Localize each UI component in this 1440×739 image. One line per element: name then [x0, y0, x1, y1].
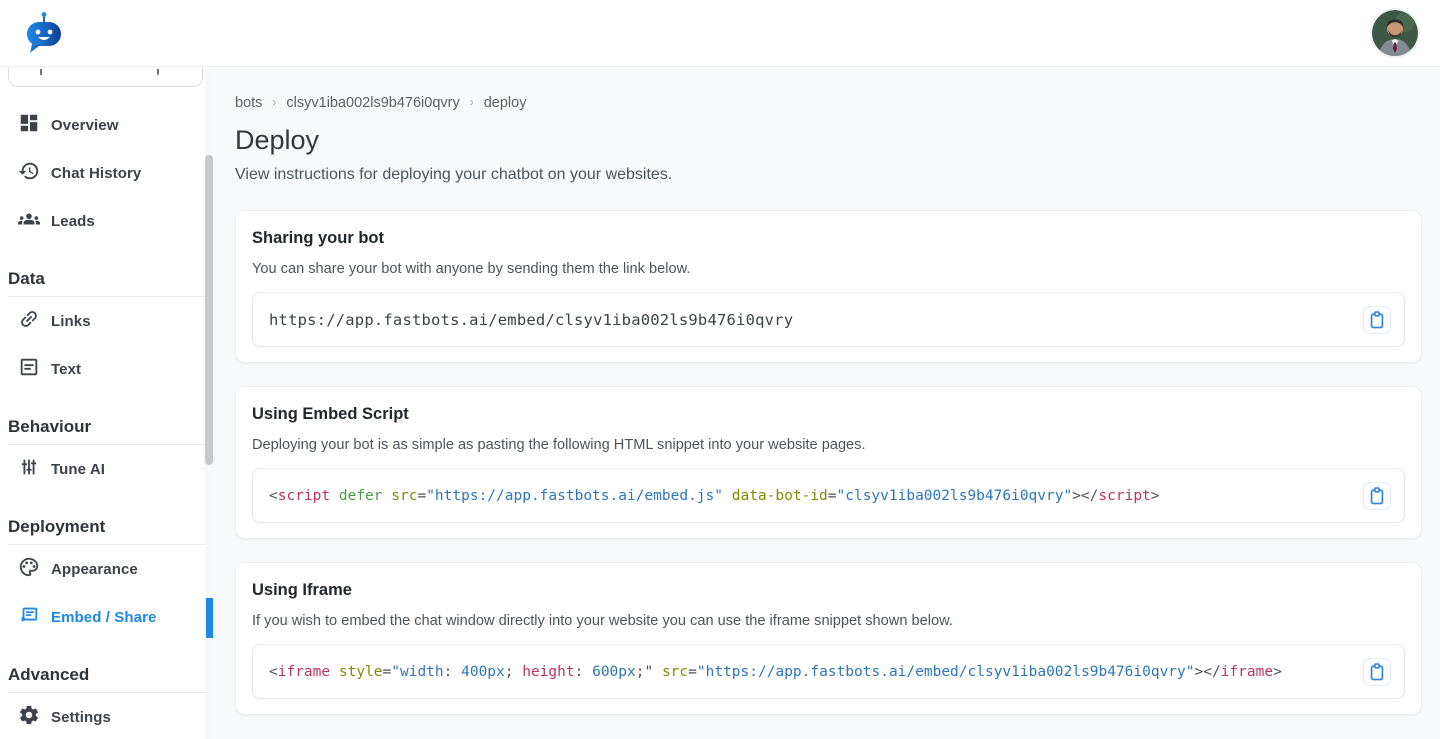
document-icon: [18, 356, 40, 383]
bot-selector-dropdown[interactable]: [8, 67, 203, 87]
sidebar-item-overview[interactable]: Overview: [0, 101, 205, 149]
gear-icon: [18, 704, 40, 731]
main-content: bots › clsyv1iba002ls9b476i0qvry › deplo…: [213, 67, 1440, 739]
iframe-codebox[interactable]: <iframe style="width: 400px; height: 600…: [252, 644, 1405, 699]
sidebar-item-label: Text: [51, 360, 82, 378]
section-title-deployment: Deployment: [8, 517, 106, 536]
history-icon: [18, 160, 40, 187]
clipboard-icon: [1370, 486, 1384, 504]
sidebar-item-label: Appearance: [51, 560, 138, 578]
card-description: If you wish to embed the chat window dir…: [252, 613, 953, 629]
copy-iframe-button[interactable]: [1363, 657, 1391, 686]
breadcrumb-deploy[interactable]: deploy: [484, 95, 527, 111]
sidebar-nav: Overview Chat History Leads Data Links T…: [0, 89, 205, 739]
sidebar-item-leads[interactable]: Leads: [0, 197, 205, 245]
copy-embed-script-button[interactable]: [1363, 481, 1391, 510]
user-avatar[interactable]: [1372, 10, 1418, 56]
sidebar-item-label: Chat History: [51, 164, 142, 182]
card-title: Using Embed Script: [252, 405, 409, 423]
sidebar-item-links[interactable]: Links: [0, 297, 205, 345]
iframe-code: <iframe style="width: 400px; height: 600…: [269, 663, 1282, 680]
section-title-data: Data: [8, 269, 45, 288]
sidebar-item-embed-share[interactable]: Embed / Share: [0, 593, 205, 641]
breadcrumb: bots › clsyv1iba002ls9b476i0qvry › deplo…: [235, 95, 1422, 111]
active-item-indicator: [206, 598, 213, 638]
card-using-iframe: Using Iframe If you wish to embed the ch…: [235, 562, 1422, 715]
card-title: Sharing your bot: [252, 229, 384, 247]
sidebar: Overview Chat History Leads Data Links T…: [0, 67, 213, 739]
sidebar-item-settings[interactable]: Settings: [0, 693, 205, 739]
embed-script-codebox[interactable]: <script defer src="https://app.fastbots.…: [252, 468, 1405, 523]
sidebar-item-tune-ai[interactable]: Tune AI: [0, 445, 205, 493]
page-title: Deploy: [235, 125, 320, 155]
people-icon: [18, 208, 40, 235]
fastbots-logo[interactable]: [22, 10, 66, 56]
section-title-advanced: Advanced: [8, 665, 90, 684]
sidebar-item-label: Links: [51, 312, 91, 330]
page-subtitle: View instructions for deploying your cha…: [235, 166, 673, 183]
clipboard-icon: [1370, 310, 1384, 328]
top-header: [0, 0, 1440, 67]
embed-icon: [18, 604, 40, 631]
sidebar-item-label: Settings: [51, 708, 111, 726]
robot-logo-icon: [27, 12, 61, 53]
copy-share-link-button[interactable]: [1363, 305, 1391, 334]
sidebar-item-label: Tune AI: [51, 460, 106, 478]
section-title-behaviour: Behaviour: [8, 417, 92, 436]
breadcrumb-separator: ›: [469, 95, 474, 109]
palette-icon: [18, 556, 40, 583]
tune-icon: [18, 456, 40, 483]
card-description: Deploying your bot is as simple as pasti…: [252, 437, 866, 453]
breadcrumb-bot-id[interactable]: clsyv1iba002ls9b476i0qvry: [286, 95, 459, 111]
share-link-codebox[interactable]: https://app.fastbots.ai/embed/clsyv1iba0…: [252, 292, 1405, 347]
breadcrumb-separator: ›: [272, 95, 277, 109]
sidebar-item-text[interactable]: Text: [0, 345, 205, 393]
clipboard-icon: [1370, 662, 1384, 680]
sidebar-item-appearance[interactable]: Appearance: [0, 545, 205, 593]
sidebar-item-label: Leads: [51, 212, 95, 230]
sidebar-item-chat-history[interactable]: Chat History: [0, 149, 205, 197]
card-sharing-your-bot: Sharing your bot You can share your bot …: [235, 210, 1422, 363]
card-title: Using Iframe: [252, 581, 352, 599]
dashboard-icon: [18, 112, 40, 139]
sidebar-scrollbar[interactable]: [205, 67, 213, 739]
link-icon: [18, 308, 40, 335]
card-description: You can share your bot with anyone by se…: [252, 261, 691, 277]
scrollbar-thumb[interactable]: [205, 155, 213, 465]
profile-photo: [1372, 10, 1418, 56]
card-using-embed-script: Using Embed Script Deploying your bot is…: [235, 386, 1422, 539]
breadcrumb-bots[interactable]: bots: [235, 95, 262, 111]
sidebar-item-label: Embed / Share: [51, 608, 157, 626]
share-link-code: https://app.fastbots.ai/embed/clsyv1iba0…: [269, 310, 794, 329]
sidebar-item-label: Overview: [51, 116, 119, 134]
embed-script-code: <script defer src="https://app.fastbots.…: [269, 487, 1160, 504]
